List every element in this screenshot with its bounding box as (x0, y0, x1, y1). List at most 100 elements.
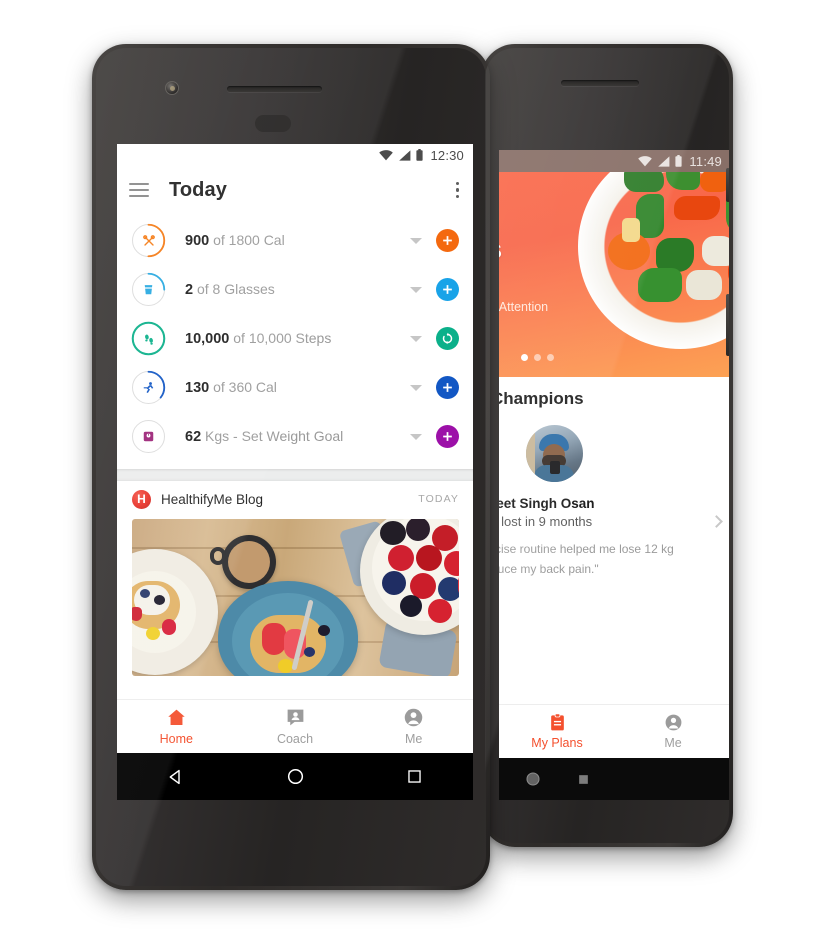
workout-value: 130 (185, 380, 210, 396)
tab-home[interactable]: Home (117, 700, 236, 753)
carousel-dot-1[interactable] (521, 354, 528, 361)
plus-icon (443, 285, 452, 294)
blog-title: HealthifyMe Blog (161, 491, 264, 507)
tracker-card: 900 of 1800 Cal 2 of 8 Glasses 10,000 of… (117, 214, 473, 469)
front-status-time: 12:30 (430, 147, 464, 163)
volume-button[interactable] (726, 294, 729, 356)
steps-expand-caret[interactable] (410, 335, 422, 342)
steps-value: 10,000 (185, 331, 230, 347)
steps-tracker-text: 10,000 of 10,000 Steps (185, 330, 331, 347)
plus-icon (443, 236, 452, 245)
tab-me[interactable]: Me (354, 700, 473, 753)
tab-me-back[interactable]: Me (615, 705, 729, 758)
front-phone-device: 12:30 Today 900 of 1800 Cal 2 of 8 Glass… (92, 44, 490, 890)
front-camera-icon (165, 81, 179, 95)
plus-icon (443, 432, 452, 441)
champions-section: Champions reet Singh Osan s lost in 9 mo… (499, 377, 729, 682)
workout-expand-caret[interactable] (410, 384, 422, 391)
home-circle-icon[interactable] (525, 771, 541, 787)
blog-card[interactable]: H HealthifyMe Blog TODAY (117, 481, 473, 676)
tab-coach-label: Coach (276, 732, 314, 746)
workout-tracker-row[interactable]: 130 of 360 Cal (117, 363, 473, 412)
tab-my-plans[interactable]: My Plans (499, 705, 615, 758)
front-android-nav-bar (117, 753, 473, 800)
water-tracker-row[interactable]: 2 of 8 Glasses (117, 265, 473, 314)
back-triangle-icon[interactable] (167, 768, 185, 786)
weight-scale-icon (132, 420, 165, 453)
water-value: 2 (185, 282, 194, 298)
blog-photo[interactable] (132, 519, 459, 676)
steps-detail: of 10,000 Steps (233, 330, 332, 346)
steps-progress-ring (131, 321, 166, 356)
back-phone-bezel: 11:49 Attention Champions reet Singh Osa… (485, 48, 729, 843)
workout-progress-ring (131, 370, 166, 405)
signal-icon (399, 149, 411, 161)
tab-me-back-label: Me (664, 736, 682, 750)
proximity-sensor (255, 115, 291, 132)
logo-letter: H (137, 492, 146, 506)
back-phone-device: 11:49 Attention Champions reet Singh Osa… (481, 44, 733, 847)
carousel-dots[interactable] (521, 354, 554, 361)
home-icon (168, 709, 185, 726)
front-phone-bezel: 12:30 Today 900 of 1800 Cal 2 of 8 Glass… (96, 48, 486, 886)
coach-icon (287, 709, 303, 726)
back-tab-bar: My Plans Me (499, 704, 729, 758)
app-bar: Today (117, 166, 473, 214)
footsteps-icon (132, 322, 165, 355)
back-phone-screen: 11:49 Attention Champions reet Singh Osa… (499, 150, 729, 800)
water-progress-ring (131, 272, 166, 307)
person-icon (665, 714, 681, 731)
plus-icon (443, 383, 452, 392)
water-detail: of 8 Glasses (196, 281, 275, 297)
battery-icon (675, 155, 683, 167)
workout-add-button[interactable] (436, 376, 459, 399)
front-status-bar: 12:30 (117, 144, 473, 166)
hamburger-menu-icon[interactable] (129, 183, 149, 197)
weight-tracker-text: 62 Kgs - Set Weight Goal (185, 428, 343, 445)
clipboard-icon (550, 713, 564, 731)
wifi-icon (638, 155, 653, 166)
kebab-menu-icon[interactable] (455, 181, 459, 199)
weight-tracker-row[interactable]: 62 Kgs - Set Weight Goal (117, 412, 473, 461)
wifi-icon (379, 149, 394, 160)
person-icon (404, 708, 423, 727)
calories-detail: of 1800 Cal (213, 232, 285, 248)
champion-name: reet Singh Osan (499, 496, 595, 511)
steps-tracker-row[interactable]: 10,000 of 10,000 Steps (117, 314, 473, 363)
back-android-nav-bar (499, 758, 729, 800)
earpiece-speaker (561, 80, 639, 86)
champion-quote-line1: rcise routine helped me lose 12 kg (499, 542, 674, 556)
promo-title: oss (499, 234, 502, 265)
water-glass-icon (132, 273, 165, 306)
page-title: Today (169, 178, 227, 201)
weight-detail: Kgs - Set Weight Goal (205, 428, 344, 444)
tab-my-plans-label: My Plans (531, 736, 583, 750)
home-circle-icon[interactable] (286, 767, 305, 786)
battery-icon (416, 149, 424, 161)
water-expand-caret[interactable] (410, 286, 422, 293)
weight-add-button[interactable] (436, 425, 459, 448)
water-add-button[interactable] (436, 278, 459, 301)
back-status-time: 11:49 (689, 153, 722, 169)
power-button[interactable] (726, 168, 729, 202)
weight-value: 62 (185, 429, 202, 445)
recents-square-icon[interactable] (577, 773, 590, 786)
recents-square-icon[interactable] (406, 768, 423, 785)
calories-value: 900 (185, 233, 210, 249)
promo-banner[interactable]: oss ersonal Attention (499, 172, 729, 377)
champion-avatar (526, 425, 583, 482)
tab-coach[interactable]: Coach (236, 700, 355, 753)
cutlery-icon (132, 224, 165, 257)
earpiece-speaker (227, 86, 322, 92)
carousel-dot-2[interactable] (534, 354, 541, 361)
steps-sync-button[interactable] (436, 327, 459, 350)
carousel-dot-3[interactable] (547, 354, 554, 361)
tab-me-label: Me (404, 732, 423, 746)
calories-expand-caret[interactable] (410, 237, 422, 244)
calories-tracker-text: 900 of 1800 Cal (185, 232, 285, 249)
refresh-icon (442, 332, 453, 345)
calories-add-button[interactable] (436, 229, 459, 252)
calories-tracker-row[interactable]: 900 of 1800 Cal (117, 216, 473, 265)
signal-icon (658, 155, 670, 167)
weight-expand-caret[interactable] (410, 433, 422, 440)
